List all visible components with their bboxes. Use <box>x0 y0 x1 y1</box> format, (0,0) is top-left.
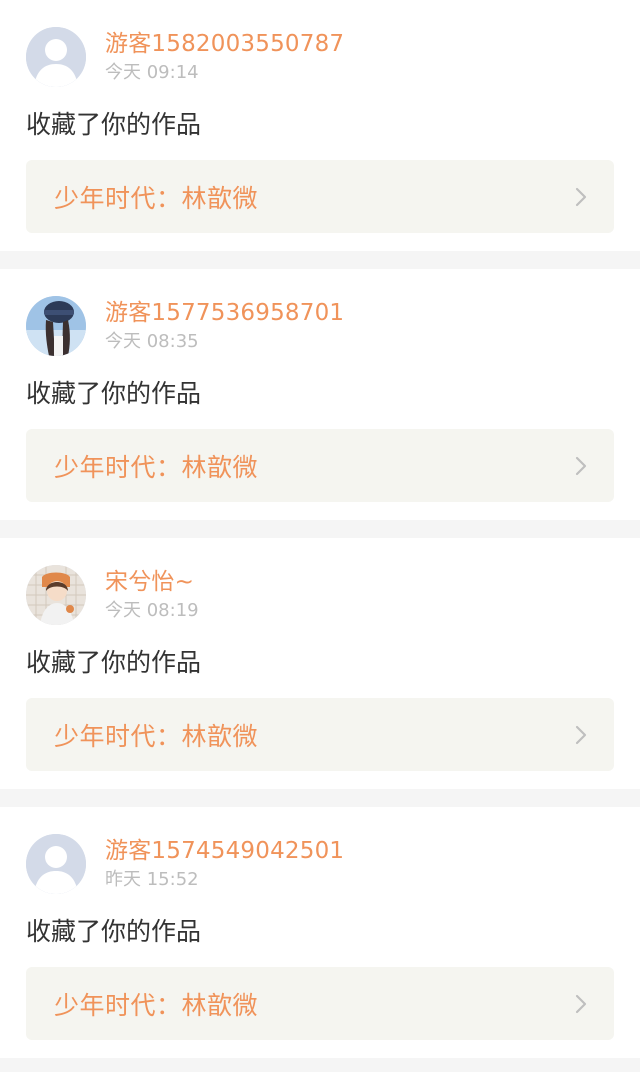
notification-header: 游客1577536958701 今天 08:35 <box>26 296 614 356</box>
timestamp: 今天 08:19 <box>105 599 199 621</box>
notification-card: 宋兮怡~ 今天 08:19 收藏了你的作品 少年时代：林歆微 <box>0 538 640 789</box>
avatar[interactable] <box>26 27 86 87</box>
work-title: 少年时代：林歆微 <box>54 183 259 213</box>
username[interactable]: 宋兮怡~ <box>105 567 199 597</box>
work-link[interactable]: 少年时代：林歆微 <box>26 429 614 502</box>
avatar[interactable] <box>26 296 86 356</box>
user-photo <box>26 296 86 356</box>
notification-header: 宋兮怡~ 今天 08:19 <box>26 565 614 625</box>
default-user-icon <box>26 27 86 87</box>
notification-header: 游客1574549042501 昨天 15:52 <box>26 834 614 894</box>
timestamp: 今天 08:35 <box>105 330 199 352</box>
notification-card: 游客1582003550787 今天 09:14 收藏了你的作品 少年时代：林歆… <box>0 0 640 251</box>
work-link[interactable]: 少年时代：林歆微 <box>26 160 614 233</box>
user-meta: 游客1577536958701 今天 08:35 <box>105 298 344 355</box>
work-title: 少年时代：林歆微 <box>54 452 259 482</box>
work-title: 少年时代：林歆微 <box>54 990 259 1020</box>
action-text: 收藏了你的作品 <box>26 648 202 677</box>
action-text: 收藏了你的作品 <box>26 379 202 408</box>
username[interactable]: 游客1574549042501 <box>105 836 344 866</box>
avatar[interactable] <box>26 834 86 894</box>
chevron-right-icon <box>575 187 587 206</box>
work-title: 少年时代：林歆微 <box>54 721 259 751</box>
username[interactable]: 游客1577536958701 <box>105 298 344 328</box>
username[interactable]: 游客1582003550787 <box>105 29 344 59</box>
user-photo <box>26 565 86 625</box>
chevron-right-icon <box>575 725 587 744</box>
user-meta: 游客1574549042501 昨天 15:52 <box>105 836 344 893</box>
action-text: 收藏了你的作品 <box>26 917 202 946</box>
notification-header: 游客1582003550787 今天 09:14 <box>26 27 614 87</box>
notification-card: 游客1577536958701 今天 08:35 收藏了你的作品 少年时代：林歆… <box>0 269 640 520</box>
notification-card: 游客1574549042501 昨天 15:52 收藏了你的作品 少年时代：林歆… <box>0 807 640 1058</box>
default-user-icon <box>26 834 86 894</box>
user-meta: 宋兮怡~ 今天 08:19 <box>105 567 199 624</box>
chevron-right-icon <box>575 456 587 475</box>
timestamp: 昨天 15:52 <box>105 868 199 890</box>
work-link[interactable]: 少年时代：林歆微 <box>26 967 614 1040</box>
action-text: 收藏了你的作品 <box>26 110 202 139</box>
user-meta: 游客1582003550787 今天 09:14 <box>105 29 344 86</box>
timestamp: 今天 09:14 <box>105 61 199 83</box>
avatar[interactable] <box>26 565 86 625</box>
notification-feed: 游客1582003550787 今天 09:14 收藏了你的作品 少年时代：林歆… <box>0 0 640 1058</box>
work-link[interactable]: 少年时代：林歆微 <box>26 698 614 771</box>
chevron-right-icon <box>575 994 587 1013</box>
